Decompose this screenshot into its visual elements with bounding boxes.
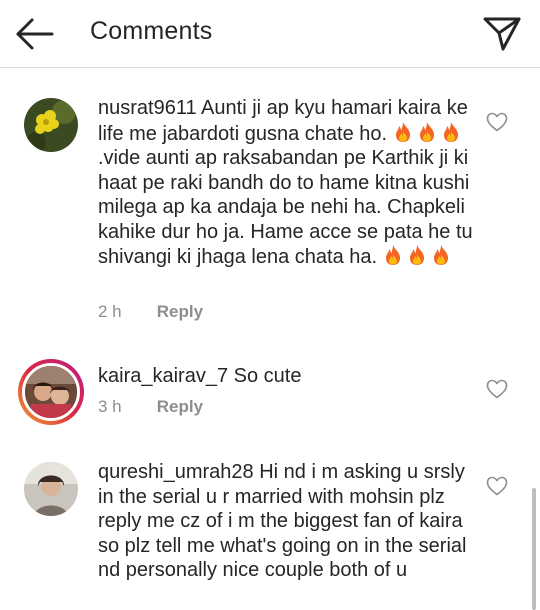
comments-header: Comments [0, 0, 540, 68]
like-button[interactable] [486, 379, 508, 399]
avatar[interactable] [24, 462, 78, 516]
comment-body: kaira_kairav_7 So cute [98, 364, 473, 389]
like-button[interactable] [486, 476, 508, 496]
heart-outline-icon [486, 379, 508, 399]
comment-text: So cute [233, 365, 302, 387]
comment-username[interactable]: nusrat9611 [98, 97, 197, 119]
heart-outline-icon [486, 112, 508, 132]
comment-username[interactable]: kaira_kairav_7 [98, 365, 228, 387]
comment-timestamp: 2 h [98, 302, 122, 321]
avatar[interactable] [24, 98, 78, 152]
fire-emoji-icon [431, 244, 451, 266]
comment-meta: 2 h Reply [98, 302, 203, 322]
fire-emoji-icon [407, 244, 427, 266]
like-button[interactable] [486, 112, 508, 132]
comment-timestamp: 3 h [98, 397, 122, 416]
comment-username[interactable]: qureshi_umrah28 [98, 461, 254, 483]
arrow-left-icon [16, 18, 54, 50]
reply-button[interactable]: Reply [157, 302, 203, 321]
comment-body: qureshi_umrah28 Hi nd i m asking u srsly… [98, 460, 473, 583]
fire-emoji-icon [383, 244, 403, 266]
fire-emoji-icon [417, 121, 437, 143]
fire-emoji-icon [441, 121, 461, 143]
direct-send-icon [483, 17, 521, 51]
avatar[interactable] [18, 359, 84, 425]
comment-body: nusrat9611 Aunti ji ap kyu hamari kaira … [98, 96, 473, 270]
share-button[interactable] [482, 14, 522, 54]
fire-emoji-icon [393, 121, 413, 143]
scrollbar[interactable] [532, 488, 536, 610]
back-button[interactable] [14, 14, 56, 54]
page-title: Comments [90, 17, 213, 45]
heart-outline-icon [486, 476, 508, 496]
reply-button[interactable]: Reply [157, 397, 203, 416]
comment-meta: 3 h Reply [98, 397, 203, 417]
